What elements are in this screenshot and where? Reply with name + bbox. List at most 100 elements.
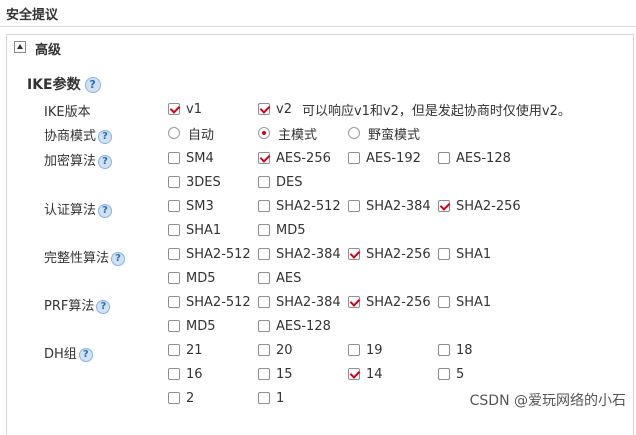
ike-version-v2-option[interactable]: v2 可以响应v1和v2，但是发起协商时仅使用v2。 [258, 100, 571, 119]
prf-md5-checkbox[interactable] [168, 320, 180, 332]
auth-sha1-text: SHA1 [186, 222, 222, 238]
dh-18-checkbox[interactable] [438, 344, 450, 356]
dh-15-checkbox[interactable] [258, 368, 270, 380]
dh-1-checkbox[interactable] [258, 392, 270, 404]
integrity-sha2-256-checkbox[interactable] [348, 248, 360, 260]
integrity-option[interactable]: SHA2-384 [258, 245, 341, 263]
dh-option[interactable]: 18 [438, 341, 473, 359]
ike-version-v2-checkbox[interactable] [258, 103, 270, 115]
mode-aggressive-text: 野蛮模式 [368, 127, 421, 143]
prf-option[interactable]: MD5 [168, 317, 216, 335]
help-icon[interactable]: ? [98, 129, 113, 144]
auth-option[interactable]: SHA2-256 [438, 197, 521, 215]
auth-sha2-512-checkbox[interactable] [258, 200, 270, 212]
integrity-md5-checkbox[interactable] [168, 272, 180, 284]
auth-option[interactable]: SM3 [168, 197, 214, 215]
auth-sha2-384-checkbox[interactable] [348, 200, 360, 212]
prf-aes128-checkbox[interactable] [258, 320, 270, 332]
encryption-aes128-checkbox[interactable] [438, 152, 450, 164]
prf-option[interactable]: SHA2-384 [258, 293, 341, 311]
encryption-option[interactable]: AES-192 [348, 149, 421, 167]
help-icon[interactable]: ? [98, 203, 113, 218]
dh-option[interactable]: 21 [168, 341, 203, 359]
auth-sm3-checkbox[interactable] [168, 200, 180, 212]
section-divider [0, 26, 636, 27]
prf-option[interactable]: SHA2-256 [348, 293, 431, 311]
dh-option[interactable]: 19 [348, 341, 383, 359]
help-icon[interactable]: ? [84, 77, 101, 93]
dh-option[interactable]: 1 [258, 389, 284, 407]
prf-option[interactable]: SHA1 [438, 293, 491, 311]
encryption-des-checkbox[interactable] [258, 176, 270, 188]
mode-auto-radio[interactable] [168, 127, 180, 139]
mode-auto-option[interactable]: 自动 [168, 124, 214, 143]
dh-option[interactable]: 5 [438, 365, 464, 383]
mode-aggressive-option[interactable]: 野蛮模式 [348, 124, 421, 143]
dh-20-text: 20 [276, 342, 293, 358]
ike-version-v1-checkbox[interactable] [168, 103, 180, 115]
dh-option[interactable]: 15 [258, 365, 293, 383]
help-icon[interactable]: ? [111, 251, 126, 266]
encryption-option[interactable]: AES-128 [438, 149, 511, 167]
prf-option[interactable]: SHA2-512 [168, 293, 251, 311]
integrity-option[interactable]: MD5 [168, 269, 216, 287]
auth-option[interactable]: SHA2-512 [258, 197, 341, 215]
help-icon[interactable]: ? [78, 347, 93, 362]
advanced-panel [6, 34, 634, 435]
dh-5-checkbox[interactable] [438, 368, 450, 380]
encryption-option[interactable]: DES [258, 173, 302, 191]
integrity-sha1-checkbox[interactable] [438, 248, 450, 260]
encryption-sm4-text: SM4 [186, 150, 214, 166]
mode-main-radio[interactable] [258, 127, 270, 139]
prf-sha2-512-checkbox[interactable] [168, 296, 180, 308]
dh-14-checkbox[interactable] [348, 368, 360, 380]
advanced-panel-header[interactable]: 高级 [6, 34, 632, 62]
encryption-sm4-checkbox[interactable] [168, 152, 180, 164]
integrity-option[interactable]: SHA2-256 [348, 245, 431, 263]
dh-1-text: 1 [276, 390, 285, 406]
auth-md5-text: MD5 [276, 222, 306, 238]
dh-option[interactable]: 14 [348, 365, 383, 383]
auth-sha1-checkbox[interactable] [168, 224, 180, 236]
dh-2-checkbox[interactable] [168, 392, 180, 404]
auth-option[interactable]: SHA1 [168, 221, 221, 239]
mode-aggressive-radio[interactable] [348, 127, 360, 139]
auth-sha2-256-checkbox[interactable] [438, 200, 450, 212]
auth-option[interactable]: SHA2-384 [348, 197, 431, 215]
encryption-aes256-checkbox[interactable] [258, 152, 270, 164]
prf-sha2-384-checkbox[interactable] [258, 296, 270, 308]
encryption-option[interactable]: AES-256 [258, 149, 331, 167]
auth-option[interactable]: MD5 [258, 221, 306, 239]
integrity-option[interactable]: SHA2-512 [168, 245, 251, 263]
encryption-aes192-checkbox[interactable] [348, 152, 360, 164]
integrity-sha2-384-checkbox[interactable] [258, 248, 270, 260]
integrity-aes-checkbox[interactable] [258, 272, 270, 284]
dh-option[interactable]: 16 [168, 365, 203, 383]
dh-15-text: 15 [276, 366, 293, 382]
integrity-option[interactable]: AES [258, 269, 301, 287]
dh-20-checkbox[interactable] [258, 344, 270, 356]
mode-main-text: 主模式 [278, 127, 318, 143]
integrity-option[interactable]: SHA1 [438, 245, 491, 263]
prf-sha1-checkbox[interactable] [438, 296, 450, 308]
dh-19-checkbox[interactable] [348, 344, 360, 356]
auth-md5-checkbox[interactable] [258, 224, 270, 236]
help-icon[interactable]: ? [96, 299, 111, 314]
encryption-3des-checkbox[interactable] [168, 176, 180, 188]
encryption-option[interactable]: 3DES [168, 173, 221, 191]
dh-option[interactable]: 20 [258, 341, 293, 359]
mode-main-option[interactable]: 主模式 [258, 124, 318, 143]
prf-aes128-text: AES-128 [276, 318, 331, 334]
integrity-sha2-384-text: SHA2-384 [276, 246, 341, 262]
dh-16-checkbox[interactable] [168, 368, 180, 380]
help-icon[interactable]: ? [98, 154, 113, 169]
ike-version-v1-option[interactable]: v1 [168, 100, 202, 118]
encryption-option[interactable]: SM4 [168, 149, 214, 167]
collapse-toggle-icon[interactable] [14, 41, 26, 53]
prf-option[interactable]: AES-128 [258, 317, 331, 335]
dh-option[interactable]: 2 [168, 389, 194, 407]
integrity-sha2-512-checkbox[interactable] [168, 248, 180, 260]
prf-sha2-256-checkbox[interactable] [348, 296, 360, 308]
advanced-panel-label: 高级 [35, 43, 62, 58]
dh-21-checkbox[interactable] [168, 344, 180, 356]
